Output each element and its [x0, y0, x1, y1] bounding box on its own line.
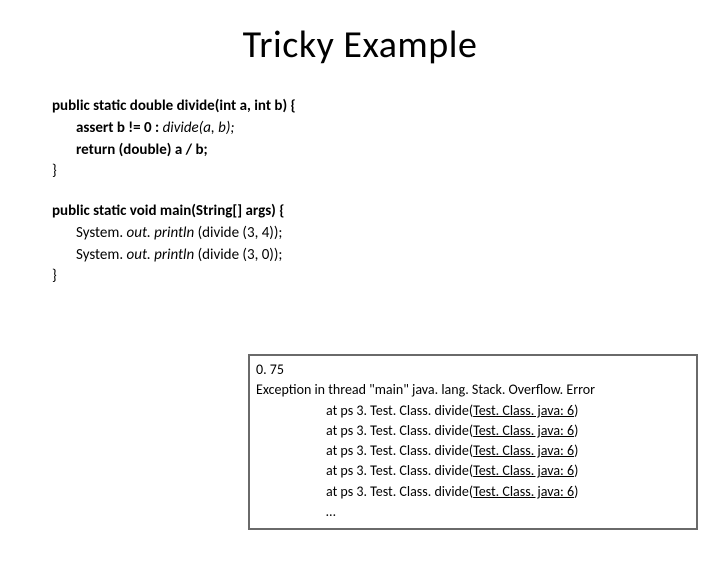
stack-line: at ps 3. Test. Class. divide(Test. Class… — [326, 482, 690, 502]
code-block-main: public static void main(String[] args) {… — [52, 201, 720, 288]
output-line: 0. 75 — [256, 360, 690, 380]
stack-line: at ps 3. Test. Class. divide(Test. Class… — [326, 421, 690, 441]
stack-line: at ps 3. Test. Class. divide(Test. Class… — [326, 441, 690, 461]
code-line: } — [52, 266, 720, 288]
output-line: Exception in thread "main" java. lang. S… — [256, 380, 690, 400]
code-line: return (double) a / b; — [76, 140, 720, 162]
output-box: 0. 75 Exception in thread "main" java. l… — [248, 354, 698, 530]
code-line: System. out. println (divide (3, 0)); — [76, 245, 720, 267]
code-block-divide: public static double divide(int a, int b… — [52, 96, 720, 183]
code-line: } — [52, 161, 720, 183]
code-line: assert b != 0 : divide(a, b); — [76, 118, 720, 140]
code-line: public static void main(String[] args) { — [52, 201, 720, 223]
slide-title: Tricky Example — [0, 22, 720, 68]
stack-line: at ps 3. Test. Class. divide(Test. Class… — [326, 401, 690, 421]
stack-line: at ps 3. Test. Class. divide(Test. Class… — [326, 461, 690, 481]
code-line: System. out. println (divide (3, 4)); — [76, 223, 720, 245]
code-line: public static double divide(int a, int b… — [52, 96, 720, 118]
output-ellipsis: … — [326, 502, 690, 522]
